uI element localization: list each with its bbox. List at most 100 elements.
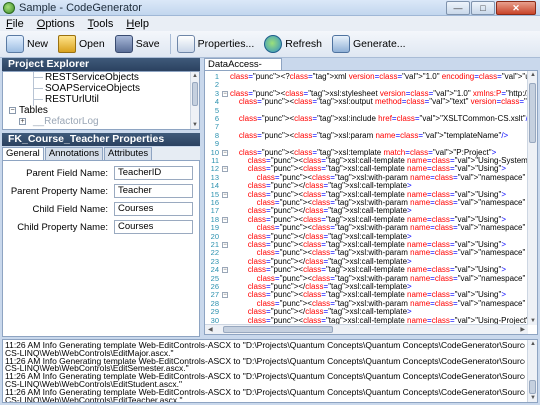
- explorer-scroll-thumb[interactable]: [192, 82, 198, 106]
- scroll-left-icon[interactable]: ◀: [208, 326, 213, 333]
- collapse-icon[interactable]: −: [9, 107, 16, 114]
- log-entry: 11:26 AM Info Generating template Web-Ed…: [5, 356, 525, 366]
- open-label: Open: [79, 38, 105, 50]
- code-text: class="punc"><class="tag">xsl:param name…: [238, 130, 509, 140]
- line-number: 9: [214, 139, 219, 149]
- child-property-label: Child Property Name:: [17, 222, 108, 233]
- scroll-down-icon[interactable]: ▼: [192, 122, 198, 128]
- save-label: Save: [135, 38, 160, 50]
- child-field-label: Child Field Name:: [32, 204, 109, 215]
- properties-button[interactable]: Properties...: [176, 35, 255, 53]
- tree-item-soapserviceobjects[interactable]: SOAPServiceObjects: [45, 83, 140, 94]
- child-property-row: Child Property Name: Courses: [3, 220, 199, 235]
- line-number: 4: [214, 97, 219, 107]
- generate-label: Generate...: [353, 38, 406, 50]
- editor-tab[interactable]: DataAccess-LINQ.xslt: [204, 58, 282, 81]
- collapse-icon[interactable]: −: [222, 292, 228, 299]
- tab-attributes[interactable]: Attributes: [104, 147, 153, 160]
- maximize-icon[interactable]: □: [471, 1, 495, 15]
- editor-vscroll-thumb[interactable]: [529, 83, 536, 143]
- editor-vertical-scrollbar[interactable]: ▲ ▼: [527, 71, 537, 325]
- line-number: 19: [210, 223, 219, 233]
- properties-body: Parent Field Name: TeacherID Parent Prop…: [2, 160, 200, 337]
- menu-file[interactable]: File: [6, 18, 24, 30]
- log-entry: 11:26 AM Info Generating template Web-Ed…: [5, 387, 525, 397]
- window-title: Sample - CodeGenerator: [19, 2, 142, 14]
- log-scrollbar[interactable]: ▲ ▼: [527, 340, 537, 402]
- refresh-icon: [264, 35, 283, 53]
- scroll-down-icon[interactable]: ▼: [530, 395, 536, 401]
- log-scroll-thumb[interactable]: [529, 380, 536, 394]
- menu-tools[interactable]: Tools: [88, 18, 114, 30]
- scroll-up-icon[interactable]: ▲: [530, 72, 536, 78]
- project-explorer-tree: RESTServiceObjects SOAPServiceObjects RE…: [2, 71, 200, 130]
- collapse-icon[interactable]: −: [222, 149, 228, 156]
- save-button[interactable]: Save: [114, 35, 160, 53]
- new-button[interactable]: New: [6, 35, 48, 53]
- parent-field-input[interactable]: TeacherID: [114, 166, 193, 180]
- open-button[interactable]: Open: [58, 35, 105, 53]
- folder-icon: [58, 35, 77, 53]
- scroll-down-icon[interactable]: ▼: [530, 318, 536, 324]
- minimize-icon[interactable]: —: [446, 1, 470, 15]
- window-controls: — □ ✕: [445, 1, 536, 15]
- output-log[interactable]: CS-LINQ\Web\WebControls\EditTeacher.ascx…: [2, 339, 538, 403]
- log-entry: CS-LINQ\Web\WebControls\EditMajor.ascx.": [5, 348, 174, 358]
- refresh-label: Refresh: [285, 38, 323, 50]
- generate-icon: [332, 35, 351, 53]
- code-text: class="punc"><class="tag">xsl:include hr…: [238, 114, 528, 123]
- scroll-right-icon[interactable]: ▶: [520, 326, 525, 333]
- refresh-button[interactable]: Refresh: [264, 35, 322, 53]
- scroll-up-icon[interactable]: ▲: [530, 341, 536, 347]
- code-editor[interactable]: 1 class="punc"><?class="tag">xml version=…: [204, 70, 538, 335]
- toolbar: New Open Save Properties... Refresh Gene…: [0, 31, 540, 58]
- code-text: class="punc"><?class="tag">xml version=c…: [230, 72, 528, 81]
- scroll-up-icon[interactable]: ▲: [192, 73, 198, 79]
- child-field-input[interactable]: Courses: [114, 202, 193, 216]
- parent-field-label: Parent Field Name:: [26, 168, 108, 179]
- properties-tabs: General Annotations Attributes: [2, 147, 200, 160]
- line-number: 24: [210, 265, 219, 275]
- expand-icon[interactable]: +: [19, 118, 26, 125]
- parent-field-row: Parent Field Name: TeacherID: [3, 166, 199, 181]
- explorer-scrollbar[interactable]: ▲ ▼: [190, 72, 199, 129]
- properties-panel-title: FK_Course_Teacher Properties: [2, 133, 200, 146]
- log-entry: 11:26 AM Info Generating template Web-Ed…: [5, 372, 525, 382]
- code-text: class="punc"><class="tag">xsl:with-param…: [256, 223, 528, 233]
- parent-property-row: Parent Property Name: Teacher: [3, 184, 199, 199]
- editor-horizontal-scrollbar[interactable]: ◀ ▶: [205, 324, 528, 334]
- generate-button[interactable]: Generate...: [332, 35, 406, 53]
- code-text: class="punc"><class="tag">xsl:output met…: [238, 97, 528, 107]
- menu-help[interactable]: Help: [126, 18, 149, 30]
- log-entry: 11:26 AM Info Generating template Web-Ed…: [5, 341, 525, 350]
- child-field-row: Child Field Name: Courses: [3, 202, 199, 217]
- tab-general[interactable]: General: [2, 147, 44, 160]
- line-number: 14: [210, 181, 219, 191]
- collapse-icon[interactable]: −: [222, 90, 228, 97]
- editor-hscroll-thumb[interactable]: [223, 326, 333, 333]
- tree-item-refactorlog[interactable]: __RefactorLog: [33, 116, 99, 127]
- collapse-icon[interactable]: −: [222, 166, 228, 173]
- collapse-icon[interactable]: −: [222, 216, 228, 223]
- toolbar-separator: [169, 34, 171, 54]
- log-entry: CS-LINQ\Web\WebControls\EditSemester.asc…: [5, 364, 189, 374]
- code-area[interactable]: 1 class="punc"><?class="tag">xml version=…: [205, 71, 528, 325]
- tree-item-restserviceobjects[interactable]: RESTServiceObjects: [45, 72, 139, 83]
- parent-property-input[interactable]: Teacher: [114, 184, 193, 198]
- collapse-icon[interactable]: −: [222, 191, 228, 198]
- close-icon[interactable]: ✕: [496, 1, 536, 15]
- tree-item-resturlutil[interactable]: RESTUrlUtil: [45, 94, 99, 105]
- new-label: New: [27, 38, 49, 50]
- collapse-icon[interactable]: −: [222, 267, 228, 274]
- new-file-icon: [6, 35, 24, 53]
- collapse-icon[interactable]: −: [222, 242, 228, 248]
- child-property-input[interactable]: Courses: [114, 220, 193, 234]
- properties-label: Properties...: [197, 38, 255, 50]
- tab-annotations[interactable]: Annotations: [44, 147, 103, 160]
- menu-options[interactable]: Options: [37, 18, 75, 30]
- tree-item-tables[interactable]: Tables: [19, 105, 48, 116]
- line-number: 29: [210, 307, 219, 317]
- app-icon: [3, 2, 15, 14]
- project-explorer-title: Project Explorer: [2, 58, 200, 71]
- parent-property-label: Parent Property Name:: [10, 186, 108, 197]
